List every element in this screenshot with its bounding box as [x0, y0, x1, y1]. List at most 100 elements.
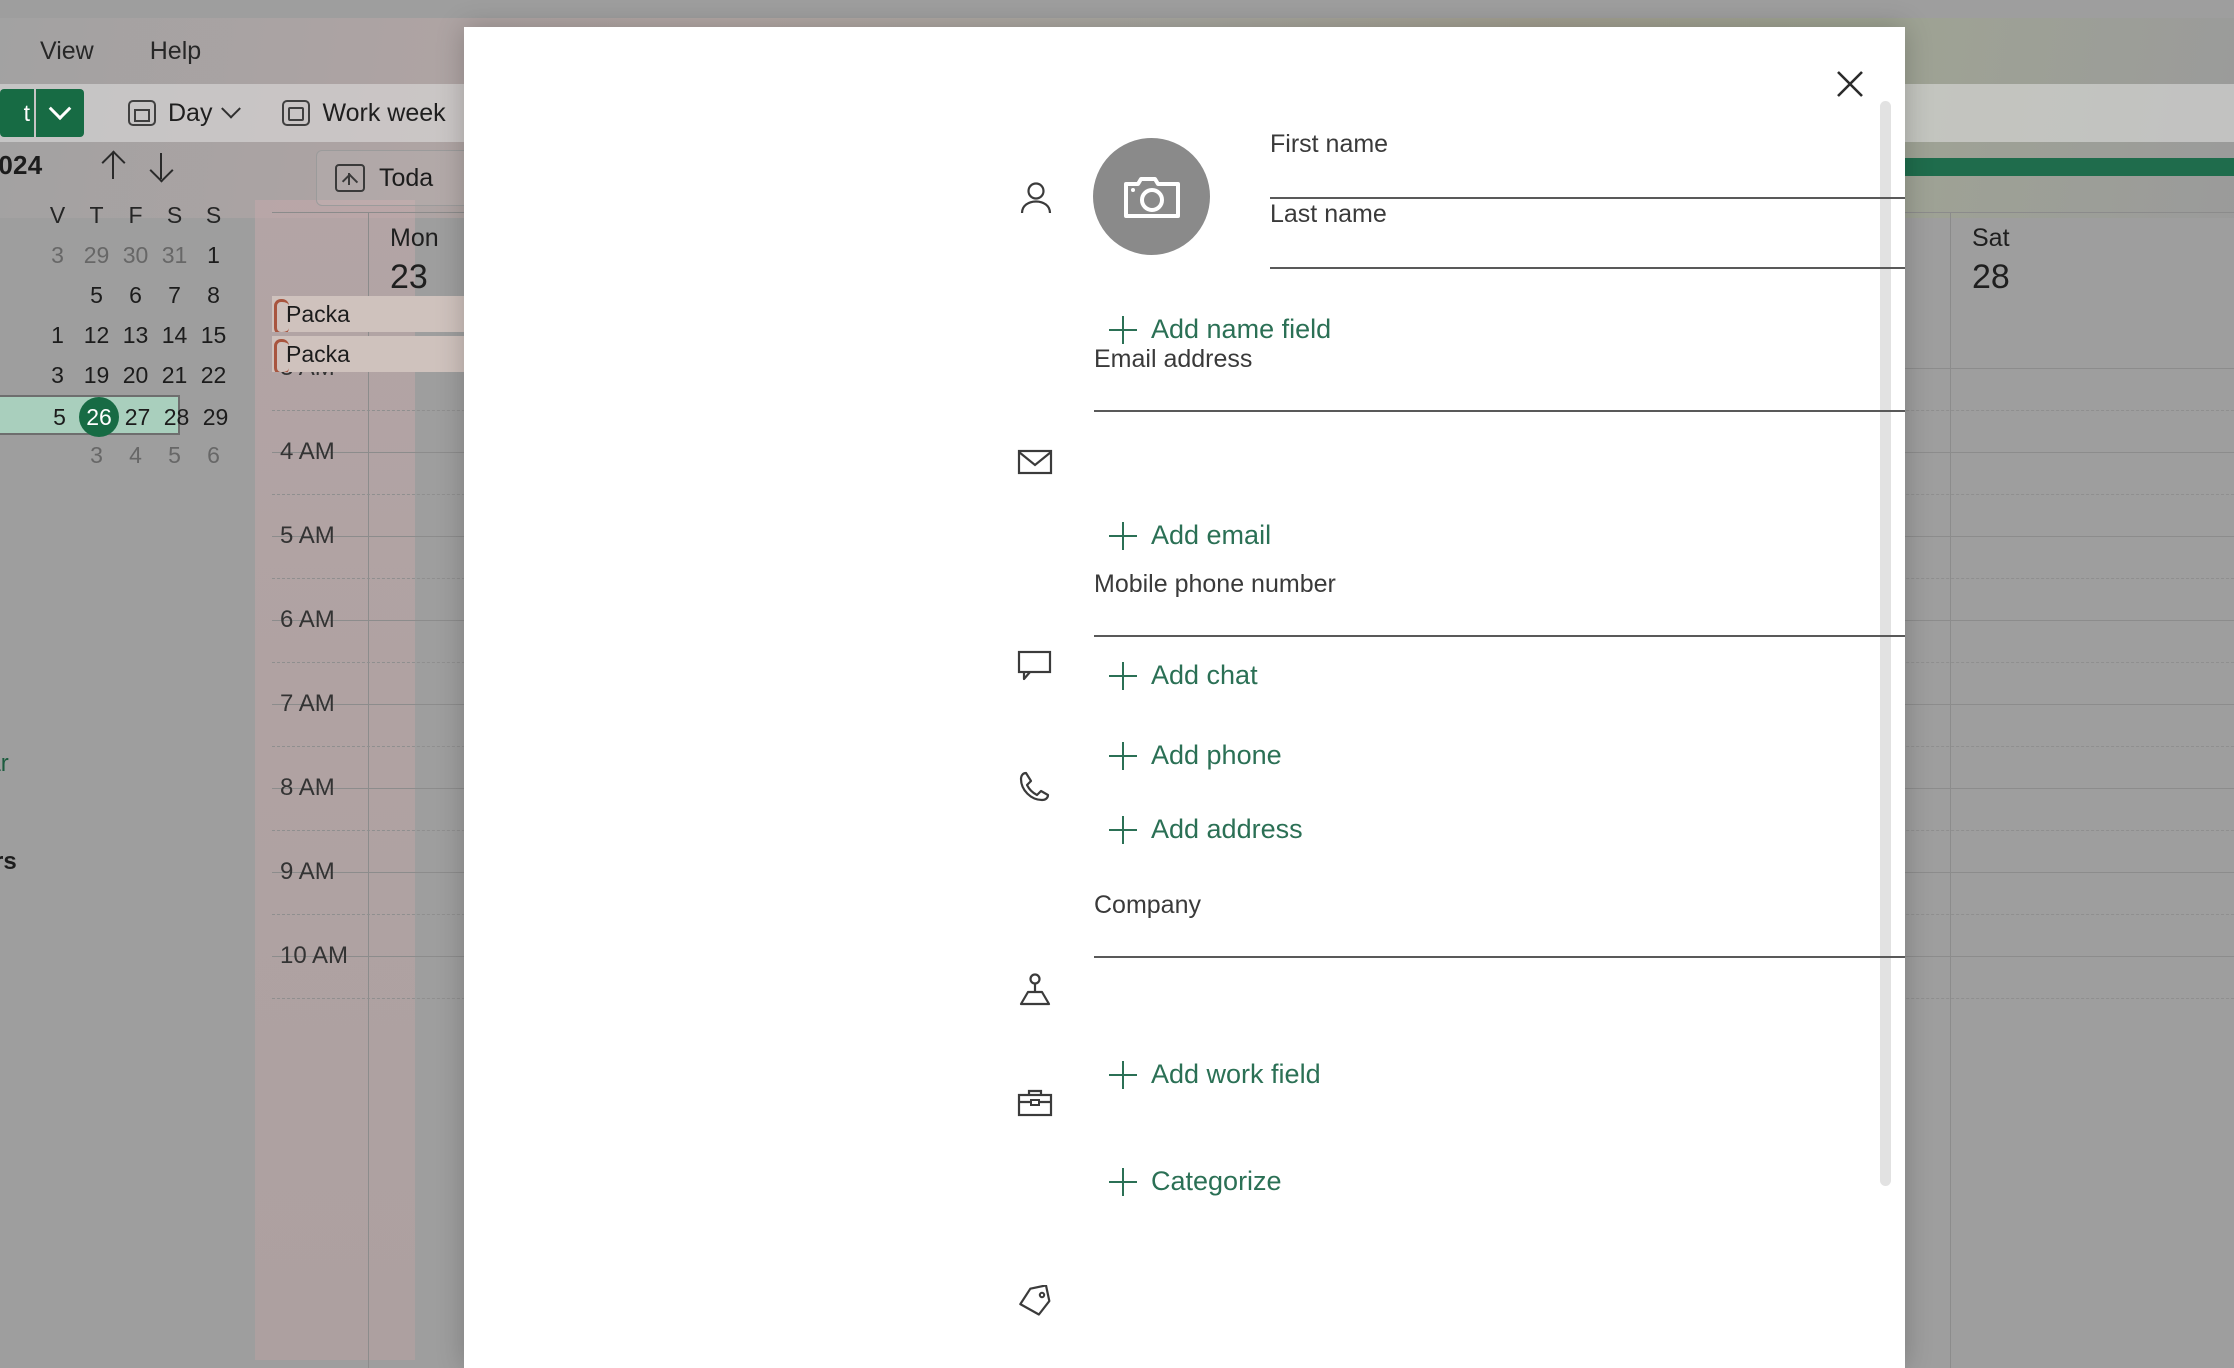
- briefcase-icon: [1017, 1087, 1059, 1129]
- mini-calendar-day[interactable]: 4: [116, 442, 155, 469]
- new-event-dropdown-button[interactable]: [36, 89, 84, 137]
- mini-calendar-day[interactable]: 8: [194, 282, 233, 309]
- hour-label: 7 AM: [280, 690, 335, 717]
- chevron-down-icon: [48, 97, 72, 121]
- add-email-label: Add email: [1151, 520, 1272, 550]
- categorize-label: Categorize: [1151, 1166, 1282, 1196]
- add-phone-button[interactable]: Add phone: [1109, 740, 1282, 771]
- mini-calendar-day[interactable]: 5: [155, 442, 194, 469]
- mini-calendar-day[interactable]: 19: [77, 362, 116, 389]
- add-work-field-button[interactable]: Add work field: [1109, 1059, 1321, 1090]
- add-name-field-button[interactable]: Add name field: [1109, 314, 1331, 345]
- hour-label: 4 AM: [280, 438, 335, 465]
- envelope-icon: [1017, 447, 1059, 489]
- add-address-button[interactable]: Add address: [1109, 814, 1303, 845]
- mini-calendar-week-row[interactable]: 1 12 13 14 15: [0, 315, 226, 355]
- plus-icon: [1109, 1167, 1137, 1196]
- calendar-event-title: Packa: [286, 340, 350, 367]
- view-work-week-button[interactable]: Work week: [282, 99, 446, 128]
- mini-calendar-day[interactable]: 5: [77, 282, 116, 309]
- mini-calendar-day[interactable]: 3: [38, 242, 77, 269]
- mini-calendar-day[interactable]: 28: [157, 404, 196, 431]
- mini-calendar-day[interactable]: 1: [194, 242, 233, 269]
- menu-item-view[interactable]: View: [40, 37, 94, 66]
- mini-calendar-day[interactable]: 30: [116, 242, 155, 269]
- mini-calendar-day[interactable]: 29: [77, 242, 116, 269]
- mini-calendar-day[interactable]: 22: [194, 362, 233, 389]
- categorize-button[interactable]: Categorize: [1109, 1166, 1282, 1197]
- last-name-field[interactable]: Last name: [1270, 202, 1905, 269]
- mini-calendar-grid[interactable]: V T F S S 3 29 30 31 1 5 6 7 8 1 12 13 14 15 3 19 20 21 22 5 26 27…: [0, 195, 228, 475]
- last-name-underline: [1270, 267, 1905, 269]
- mini-calendar[interactable]: r 2024 VTFSS3293031156781121314153192021…: [0, 150, 228, 475]
- mobile-phone-field[interactable]: Mobile phone number: [1094, 572, 1905, 637]
- menu-item-help[interactable]: Help: [150, 37, 201, 66]
- mobile-phone-underline: [1094, 635, 1905, 637]
- contact-form: First name Last name Add name field Emai…: [464, 27, 1905, 1368]
- add-phone-label: Add phone: [1151, 740, 1282, 770]
- all-day-event-bar[interactable]: [1862, 158, 2234, 176]
- mini-calendar-day[interactable]: 3: [77, 442, 116, 469]
- email-address-underline: [1094, 410, 1905, 412]
- day-header-number: 28: [1972, 258, 2010, 296]
- mini-calendar-day[interactable]: 7: [155, 282, 194, 309]
- day-header-name: Mon: [390, 224, 439, 252]
- add-work-field-label: Add work field: [1151, 1059, 1321, 1089]
- mini-calendar-day[interactable]: 29: [196, 404, 235, 431]
- first-name-field[interactable]: First name: [1270, 132, 1905, 199]
- add-calendar-link[interactable]: dar: [0, 750, 9, 778]
- mini-calendar-day[interactable]: 5: [40, 404, 79, 431]
- mini-calendar-day[interactable]: 3: [38, 362, 77, 389]
- mini-calendar-day[interactable]: 31: [155, 242, 194, 269]
- add-email-button[interactable]: Add email: [1109, 520, 1271, 551]
- add-name-field-label: Add name field: [1151, 314, 1332, 344]
- company-field[interactable]: Company: [1094, 893, 1905, 958]
- avatar[interactable]: [1093, 138, 1210, 255]
- mini-calendar-day[interactable]: 26: [79, 397, 119, 437]
- person-icon: [1017, 179, 1059, 221]
- mini-calendar-day-header: F: [128, 201, 143, 228]
- plus-icon: [1109, 315, 1137, 344]
- mini-calendar-day[interactable]: 6: [116, 282, 155, 309]
- new-event-button[interactable]: t: [0, 89, 34, 137]
- mini-calendar-week-row[interactable]: 3456: [0, 435, 220, 475]
- add-address-label: Add address: [1151, 814, 1303, 844]
- day-view-icon: [128, 100, 156, 126]
- email-address-label: Email address: [1094, 345, 1253, 373]
- mini-calendar-week-row[interactable]: 3 29 30 31 1: [0, 235, 220, 275]
- mini-calendar-day[interactable]: 13: [116, 322, 155, 349]
- mini-calendar-day[interactable]: 6: [194, 442, 233, 469]
- plus-icon: [1109, 521, 1137, 550]
- mini-calendar-week-row[interactable]: 3 19 20 21 22: [0, 355, 226, 395]
- arrow-up-icon[interactable]: [102, 151, 124, 181]
- first-name-underline: [1270, 197, 1905, 199]
- calendar-event[interactable]: Packa: [272, 336, 482, 372]
- tag-icon: [1017, 1285, 1059, 1327]
- chevron-down-icon: [221, 98, 242, 119]
- mini-calendar-header: r 2024: [0, 150, 180, 181]
- mini-calendar-day[interactable]: 21: [155, 362, 194, 389]
- mini-calendar-day[interactable]: 12: [77, 322, 116, 349]
- mini-calendar-week-row[interactable]: 5 26 27 28 29: [0, 395, 228, 437]
- mini-calendar-selected-day[interactable]: 26: [79, 397, 119, 437]
- mini-calendar-day[interactable]: 27: [118, 404, 157, 431]
- add-chat-label: Add chat: [1151, 660, 1258, 690]
- mini-calendar-day[interactable]: 14: [155, 322, 194, 349]
- mini-calendar-day[interactable]: 15: [194, 322, 233, 349]
- view-day-button[interactable]: Day: [128, 99, 242, 128]
- chat-bubble-icon: [1017, 649, 1059, 691]
- mini-calendar-day[interactable]: 20: [116, 362, 155, 389]
- email-address-field[interactable]: Email address: [1094, 345, 1905, 412]
- mini-calendar-day-header: S: [166, 201, 183, 228]
- mini-calendar-week-row[interactable]: 5678: [0, 275, 220, 315]
- plus-icon: [1109, 661, 1137, 690]
- hour-label: 8 AM: [280, 774, 335, 801]
- add-chat-button[interactable]: Add chat: [1109, 660, 1258, 691]
- calendar-event[interactable]: Packa: [272, 296, 482, 332]
- mini-calendar-day[interactable]: 1: [38, 322, 77, 349]
- day-header-name: Sat: [1972, 224, 2010, 252]
- plus-icon: [1109, 741, 1137, 770]
- arrow-down-icon[interactable]: [150, 151, 172, 181]
- grid-column-divider: [1950, 308, 1951, 1368]
- hour-label: 5 AM: [280, 522, 335, 549]
